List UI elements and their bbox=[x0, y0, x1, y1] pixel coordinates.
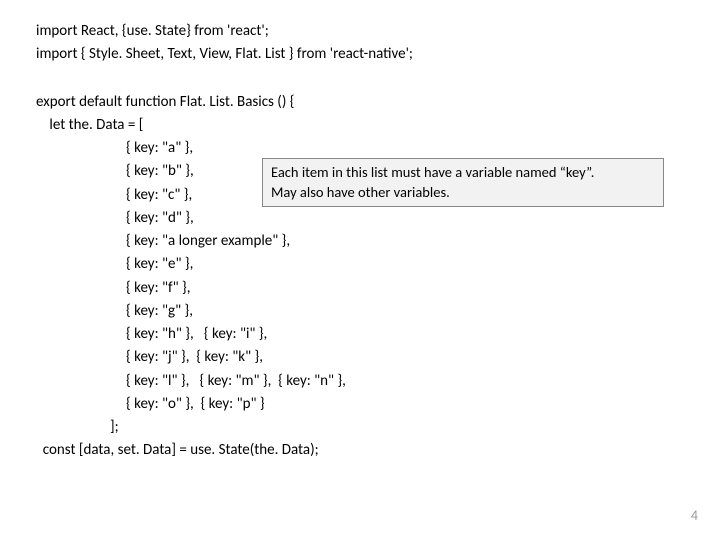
code-line: { key: "h" }, { key: "i" }, bbox=[36, 323, 684, 346]
callout-line: Each item in this list must have a varia… bbox=[271, 163, 655, 183]
code-line: { key: "f" }, bbox=[36, 277, 684, 300]
code-line: { key: "a" }, bbox=[36, 137, 684, 160]
code-line: { key: "g" }, bbox=[36, 300, 684, 323]
code-line: { key: "j" }, { key: "k" }, bbox=[36, 346, 684, 369]
slide-content: import React, {use. State} from 'react';… bbox=[0, 0, 720, 483]
code-line: { key: "d" }, bbox=[36, 207, 684, 230]
code-line: export default function Flat. List. Basi… bbox=[36, 91, 684, 114]
code-line: let the. Data = [ bbox=[36, 114, 684, 137]
callout-line: May also have other variables. bbox=[271, 183, 655, 203]
code-line: { key: "o" }, { key: "p" } bbox=[36, 393, 684, 416]
code-line: { key: "a longer example" }, bbox=[36, 230, 684, 253]
page-number: 4 bbox=[691, 507, 698, 524]
annotation-callout: Each item in this list must have a varia… bbox=[262, 158, 664, 207]
code-line: ]; bbox=[36, 416, 684, 439]
code-line: const [data, set. Data] = use. State(the… bbox=[36, 439, 684, 462]
code-line: { key: "e" }, bbox=[36, 253, 684, 276]
code-line: import React, {use. State} from 'react'; bbox=[36, 20, 684, 43]
code-line: import { Style. Sheet, Text, View, Flat.… bbox=[36, 43, 684, 66]
code-line: { key: "l" }, { key: "m" }, { key: "n" }… bbox=[36, 370, 684, 393]
